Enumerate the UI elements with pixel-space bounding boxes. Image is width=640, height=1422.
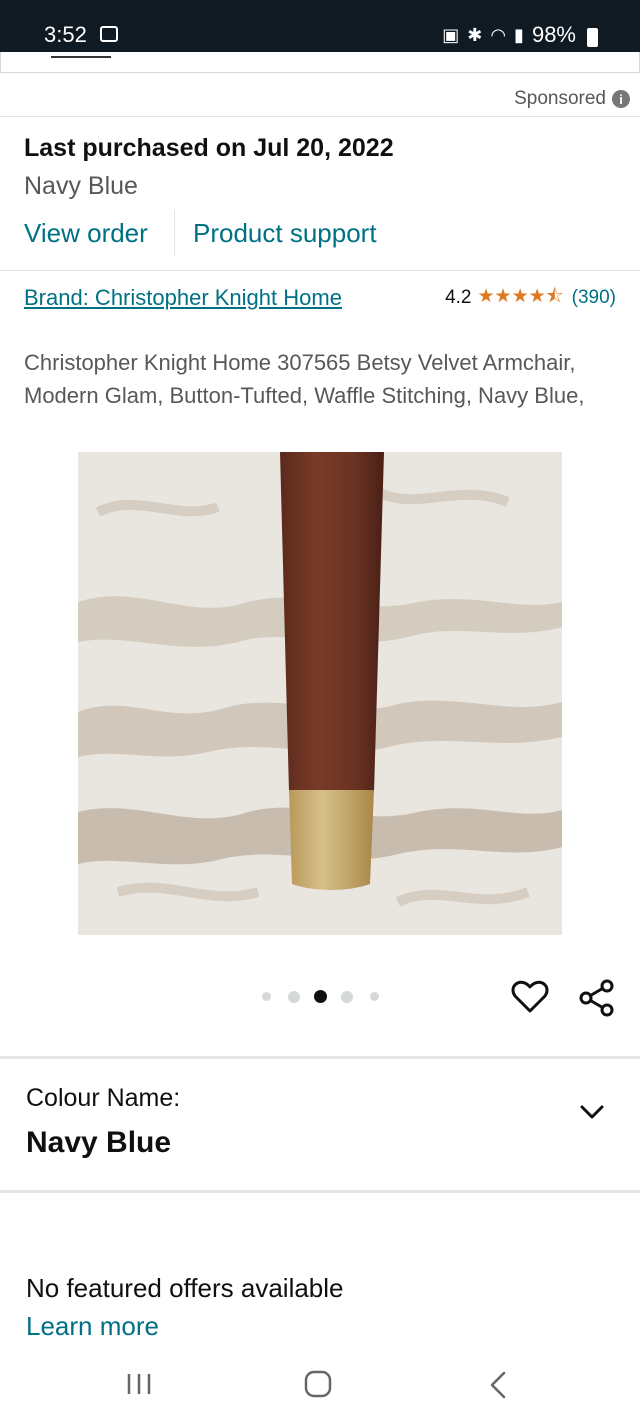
wifi-icon: ◠: [490, 24, 507, 45]
colour-label: Colour Name:: [26, 1084, 181, 1112]
home-icon[interactable]: [304, 1370, 332, 1398]
recent-apps-icon[interactable]: [126, 1372, 152, 1396]
previous-sponsored-card[interactable]: [0, 52, 640, 73]
bluetooth-icon: ✱: [467, 24, 483, 45]
carousel-dot: [341, 990, 353, 1003]
carousel-dot: [288, 990, 300, 1003]
rating[interactable]: 4.2 ★★★★⯪ (390): [445, 282, 616, 314]
battery-saver-icon: ▣: [442, 24, 460, 45]
info-icon: i: [612, 90, 630, 108]
brand-link[interactable]: Brand: Christopher Knight Home: [24, 281, 354, 314]
chevron-down-icon[interactable]: [580, 1100, 604, 1124]
sponsored-text: Sponsored: [514, 88, 606, 109]
system-nav-bar: [0, 1350, 640, 1422]
product-image[interactable]: [78, 452, 562, 935]
view-order-link[interactable]: View order: [24, 218, 148, 249]
colour-value: Navy Blue: [26, 1126, 172, 1159]
status-time: 3:52: [44, 22, 87, 47]
divider: [0, 270, 640, 271]
section-divider: [0, 1056, 640, 1059]
gallery-icon: [100, 26, 118, 42]
carousel-dot: [262, 992, 271, 1001]
star-rating-icon: ★★★★⯪: [477, 286, 564, 307]
carousel-dot: [370, 992, 379, 1001]
learn-more-link[interactable]: Learn more: [26, 1311, 159, 1342]
status-bar: 3:52 ▣ ✱ ◠ ▮ 98%: [0, 0, 640, 52]
battery-percent: 98%: [531, 22, 576, 47]
link-separator: [174, 210, 175, 256]
carousel-dot-active: [314, 990, 327, 1003]
rating-value: 4.2: [445, 287, 472, 308]
no-offers-message: No featured offers available: [26, 1273, 344, 1303]
last-purchased-text: Last purchased on Jul 20, 2022: [24, 134, 394, 162]
battery-icon: [587, 27, 598, 47]
divider: [0, 116, 640, 117]
carousel-indicator: [262, 990, 379, 1003]
previous-item-graphic: [51, 52, 111, 58]
heart-icon[interactable]: [511, 978, 549, 1016]
section-divider: [0, 1190, 640, 1193]
status-icons: ▣ ✱ ◠ ▮ 98%: [442, 22, 598, 48]
sponsored-label[interactable]: Sponsored i: [514, 88, 630, 110]
share-icon[interactable]: [578, 978, 616, 1018]
signal-icon: ▮: [514, 24, 524, 45]
rating-count: (390): [571, 287, 616, 308]
back-icon[interactable]: [488, 1370, 508, 1400]
product-title: Christopher Knight Home 307565 Betsy Vel…: [24, 350, 585, 408]
purchased-variant: Navy Blue: [24, 172, 138, 200]
product-support-link[interactable]: Product support: [193, 218, 377, 249]
